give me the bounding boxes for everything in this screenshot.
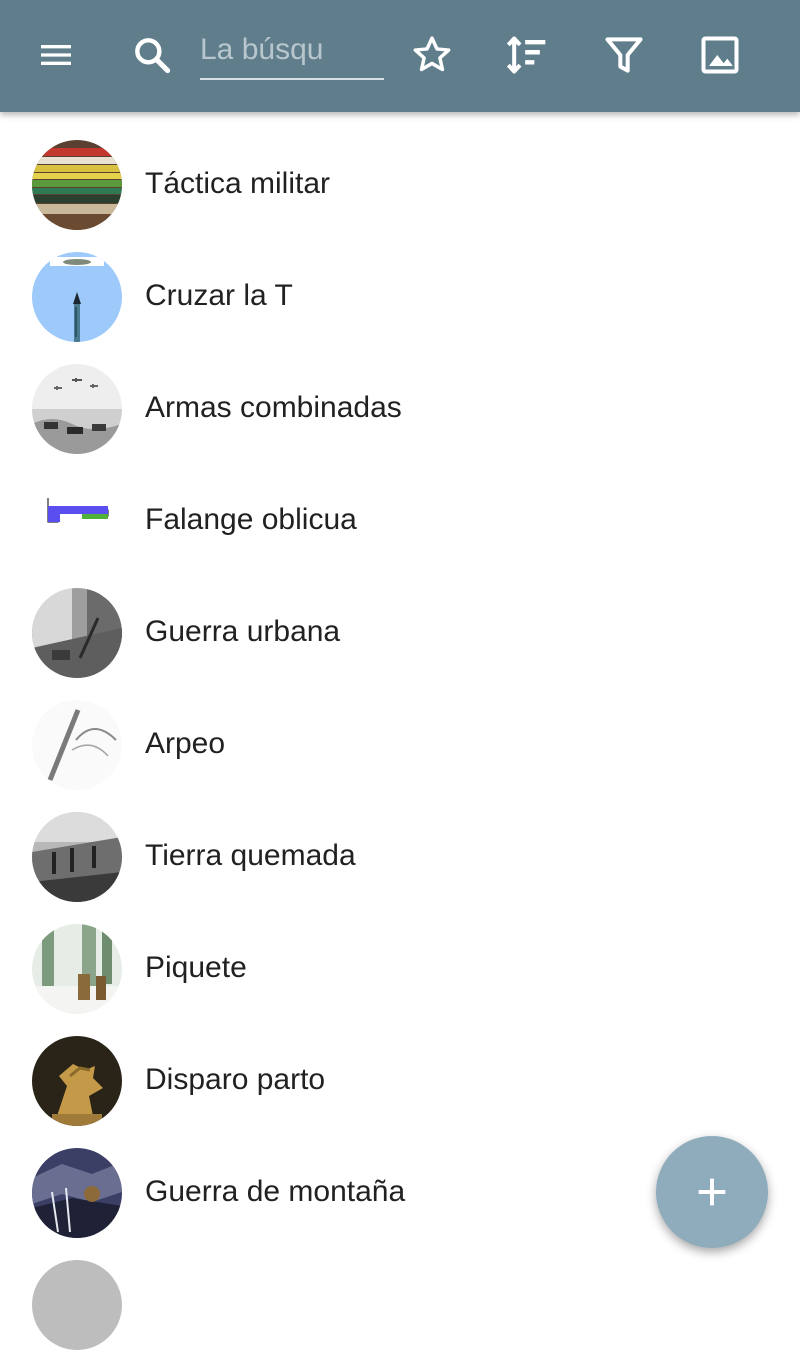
article-thumbnail (32, 252, 122, 342)
item-label: Disparo parto (145, 1063, 326, 1096)
article-thumbnail (32, 588, 122, 678)
list-item[interactable]: Disparo parto (0, 1024, 800, 1136)
article-thumbnail (32, 476, 122, 566)
app-toolbar (0, 0, 800, 112)
search-input[interactable] (200, 22, 384, 80)
article-thumbnail (32, 1148, 122, 1238)
favorites-button[interactable] (408, 31, 456, 79)
item-label: Táctica militar (145, 167, 331, 200)
item-label: Guerra urbana (145, 615, 341, 648)
item-label: Tierra quemada (145, 839, 356, 872)
article-thumbnail (32, 924, 122, 1014)
list-item[interactable]: Táctica militar (0, 128, 800, 240)
menu-button[interactable] (32, 31, 80, 79)
image-view-button[interactable] (696, 31, 744, 79)
star-outline-icon (413, 36, 451, 72)
article-thumbnail (32, 1260, 122, 1350)
list-item[interactable]: Falange oblicua (0, 464, 800, 576)
item-label: Guerra de montaña (145, 1175, 406, 1208)
filter-button[interactable] (600, 31, 648, 79)
menu-icon (41, 45, 71, 65)
article-thumbnail (32, 140, 122, 230)
list-item[interactable]: Guerra urbana (0, 576, 800, 688)
sort-button[interactable] (503, 31, 551, 79)
article-thumbnail (32, 1036, 122, 1126)
item-label: Cruzar la T (145, 279, 293, 312)
list-item[interactable]: Cruzar la T (0, 240, 800, 352)
image-icon (701, 36, 739, 74)
search-icon (135, 38, 171, 74)
list-item[interactable] (0, 1248, 800, 1360)
sort-icon (506, 36, 546, 74)
article-thumbnail (32, 812, 122, 902)
plus-icon (698, 1178, 726, 1206)
add-button[interactable] (656, 1136, 768, 1248)
article-thumbnail (32, 364, 122, 454)
list-item[interactable]: Tierra quemada (0, 800, 800, 912)
item-label: Arpeo (145, 727, 226, 760)
list-item[interactable]: Piquete (0, 912, 800, 1024)
item-label: Armas combinadas (145, 391, 402, 424)
item-label: Falange oblicua (145, 503, 357, 536)
list-item[interactable]: Arpeo (0, 688, 800, 800)
filter-icon (605, 37, 643, 73)
list-item[interactable]: Armas combinadas (0, 352, 800, 464)
article-thumbnail (32, 700, 122, 790)
item-label: Piquete (145, 951, 247, 984)
search-button[interactable] (128, 31, 176, 79)
